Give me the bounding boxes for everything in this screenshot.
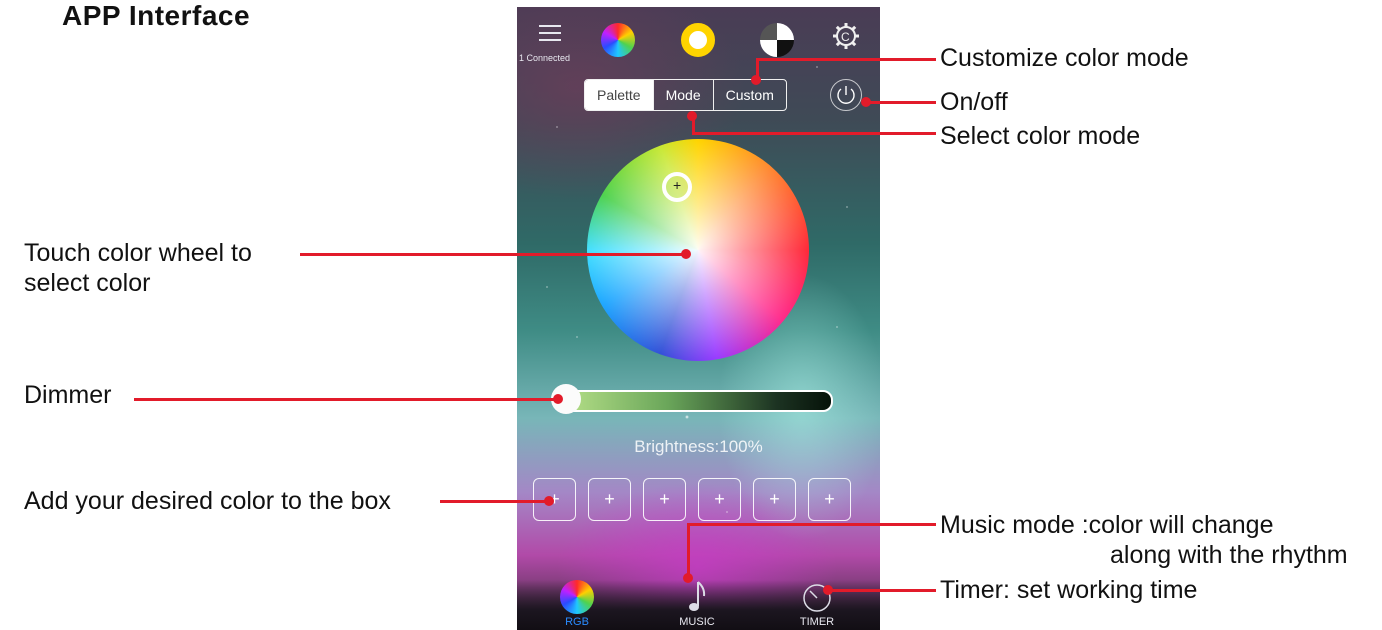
nav-timer-label: TIMER [799,616,835,628]
callout-line-music-h [687,523,936,526]
gear-icon[interactable]: C [831,21,861,51]
color-box[interactable]: + [753,478,796,521]
callout-wheel-line2: select color [24,269,151,297]
music-note-icon [689,581,706,611]
color-wheel[interactable] [587,139,809,361]
color-box[interactable]: + [808,478,851,521]
nav-rgb[interactable]: RGB [542,580,612,628]
app-screen: 1 Connected C Palette Mode Custom Bright… [517,7,880,630]
nav-music[interactable]: MUSIC [662,580,732,628]
callout-dot-customize [751,75,761,85]
callout-line-customize-h [756,58,936,61]
menu-icon[interactable] [539,25,561,43]
nav-rgb-label: RGB [565,616,589,628]
color-box[interactable]: + [588,478,631,521]
nav-timer[interactable]: TIMER [782,580,852,628]
tab-custom[interactable]: Custom [712,80,786,110]
color-box[interactable]: + [643,478,686,521]
color-picker-handle[interactable] [662,172,692,202]
callout-boxes: Add your desired color to the box [24,487,391,515]
callout-line-boxes [440,500,548,503]
callout-dot-onoff [861,97,871,107]
callout-dimmer: Dimmer [24,381,112,409]
rgb-wheel-icon [560,580,594,614]
nav-music-label: MUSIC [679,616,715,628]
callout-dot-dimmer [553,394,563,404]
callout-customize: Customize color mode [940,44,1189,72]
callout-music-line2: along with the rhythm [1110,541,1348,569]
callout-music-line1: Music mode :color will change [940,511,1274,539]
connection-status: 1 Connected [519,53,571,63]
callout-wheel-line1: Touch color wheel to [24,239,252,267]
callout-line-timer [828,589,936,592]
callout-line-music-v [687,523,690,578]
power-icon [837,86,855,104]
callout-line-onoff [866,101,936,104]
color-boxes: + + + + + + [533,478,851,521]
brightness-label: Brightness:100% [634,437,763,456]
svg-text:C: C [841,30,850,44]
page-title: APP Interface [62,0,251,31]
callout-dot-select [687,111,697,121]
black-white-icon[interactable] [760,23,794,57]
callout-dot-wheel [681,249,691,259]
callout-dot-music [683,573,693,583]
power-button[interactable] [830,79,862,111]
callout-onoff: On/off [940,88,1008,116]
callout-select-mode: Select color mode [940,122,1141,150]
tab-mode[interactable]: Mode [652,80,713,110]
color-ring-icon[interactable] [681,23,715,57]
callout-timer: Timer: set working time [940,576,1198,604]
callout-dot-timer [823,585,833,595]
color-box[interactable]: + [698,478,741,521]
tab-palette[interactable]: Palette [585,80,653,110]
callout-line-wheel [300,253,686,256]
callout-line-select-h [692,132,936,135]
color-wheel-icon[interactable] [601,23,635,57]
callout-dot-boxes [544,496,554,506]
dimmer-slider[interactable] [557,390,833,412]
callout-line-dimmer [134,398,558,401]
